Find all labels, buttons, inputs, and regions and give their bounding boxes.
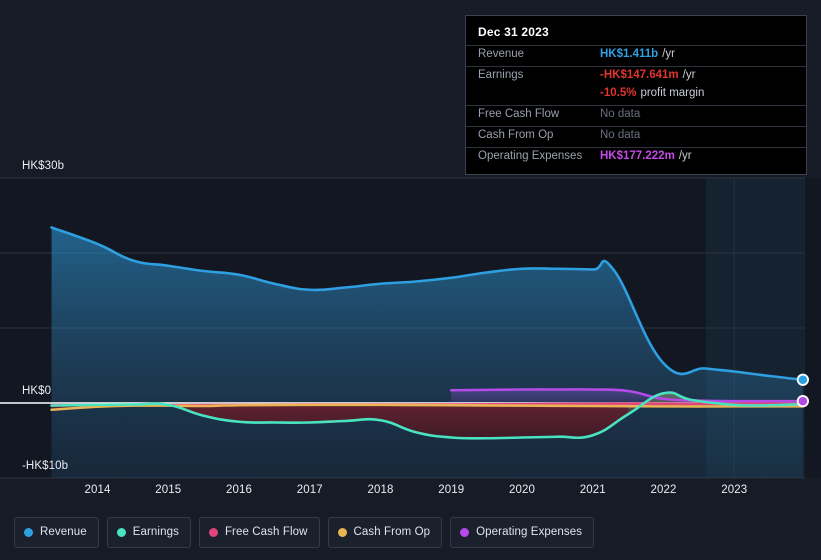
tooltip-row-value: HK$177.222m bbox=[600, 150, 675, 162]
x-axis-tick-label: 2019 bbox=[438, 484, 465, 496]
endpoint-marker-revenue[interactable] bbox=[796, 373, 809, 386]
tooltip-row: Operating Expenses HK$177.222m/yr bbox=[466, 147, 806, 168]
y-axis-tick-label: -HK$10b bbox=[22, 460, 69, 472]
x-axis-tick-label: 2022 bbox=[650, 484, 677, 496]
tooltip-row: Cash From Op No data bbox=[466, 126, 806, 147]
legend-color-dot-icon bbox=[24, 527, 33, 537]
tooltip-row-label: Free Cash Flow bbox=[478, 108, 560, 120]
tooltip-row-unit: /yr bbox=[662, 48, 675, 60]
tooltip-rows: Revenue HK$1.411b/yr Earnings -HK$147.641m /… bbox=[466, 45, 806, 168]
tooltip-row: Earnings -HK$147.641m/yr bbox=[466, 66, 806, 87]
tooltip-row-label: Earnings bbox=[478, 69, 524, 81]
x-axis-tick-label: 2015 bbox=[155, 484, 182, 496]
legend-item-free-cash-flow[interactable]: Free Cash Flow bbox=[198, 516, 320, 548]
tooltip-row-value: -10.5% bbox=[600, 87, 637, 99]
x-axis-tick-label: 2014 bbox=[84, 484, 111, 496]
chart-legend[interactable]: Revenue Earnings Free Cash Flow Cash From O… bbox=[0, 508, 821, 556]
legend-item-earnings[interactable]: Earnings bbox=[106, 516, 191, 548]
tooltip-row-unit: profit margin bbox=[640, 87, 705, 99]
legend-color-dot-icon bbox=[460, 527, 470, 537]
tooltip-row-unit: /yr bbox=[682, 69, 696, 81]
endpoint-marker-operating-expenses[interactable] bbox=[796, 395, 809, 408]
tooltip-row-value: No data bbox=[600, 108, 641, 120]
tooltip-row-label: Cash From Op bbox=[478, 129, 554, 141]
x-axis-tick-label: 2016 bbox=[226, 484, 252, 496]
legend-color-dot-icon bbox=[337, 527, 347, 537]
x-axis-tick-label: 2017 bbox=[296, 484, 323, 496]
tooltip-row: Free Cash Flow No data bbox=[466, 105, 806, 126]
legend-color-dot-icon bbox=[208, 527, 218, 537]
tooltip-row-value: No data bbox=[600, 129, 641, 141]
legend-item-label: Free Cash Flow bbox=[224, 526, 308, 538]
x-axis-tick-label: 2020 bbox=[509, 484, 535, 496]
x-axis-tick-label: 2018 bbox=[367, 484, 394, 496]
tooltip-row: -10.5% profit margin bbox=[466, 87, 806, 105]
financial-chart-page: HK$30b HK$0 -HK$10b 2014 2015 2016 2017 2018 201… bbox=[0, 0, 821, 560]
legend-item-cash-from-op[interactable]: Cash From Op bbox=[327, 516, 443, 548]
y-axis-tick-label: HK$30b bbox=[22, 160, 65, 172]
tooltip-row-value: -HK$147.641m bbox=[600, 69, 679, 81]
x-axis-tick-label: 2021 bbox=[579, 484, 606, 496]
tooltip-row-label: Revenue bbox=[478, 48, 525, 60]
legend-item-revenue[interactable]: Revenue bbox=[14, 516, 99, 548]
legend-item-label: Earnings bbox=[132, 526, 179, 538]
tooltip-row: Revenue HK$1.411b/yr bbox=[466, 45, 806, 66]
legend-color-dot-icon bbox=[116, 527, 126, 537]
legend-item-label: Revenue bbox=[40, 526, 87, 538]
legend-item-label: Operating Expenses bbox=[476, 526, 583, 538]
tooltip-date: Dec 31 2023 bbox=[478, 25, 549, 39]
legend-item-operating-expenses[interactable]: Operating Expenses bbox=[450, 516, 595, 548]
x-axis-tick-label: 2023 bbox=[721, 484, 748, 496]
tooltip-row-value: HK$1.411b bbox=[600, 48, 659, 60]
y-axis-tick-label: HK$0 bbox=[22, 385, 52, 397]
tooltip-row-label: Operating Expenses bbox=[478, 150, 583, 162]
legend-item-label: Cash From Op bbox=[353, 526, 431, 538]
tooltip-row-unit: /yr bbox=[678, 150, 692, 162]
data-tooltip: Dec 31 2023 Revenue HK$1.411b/yr Earnings -… bbox=[465, 15, 807, 175]
